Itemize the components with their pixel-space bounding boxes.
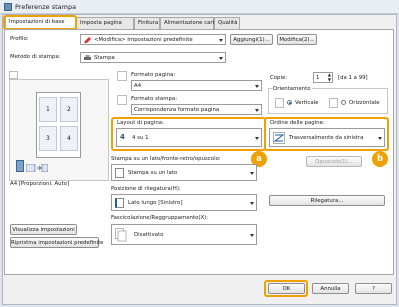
binding-icon (16, 160, 24, 172)
output-method-value: Stampa (94, 55, 115, 61)
tab-paper-source[interactable]: Alimentazione carta (160, 17, 218, 29)
printer-small-icon (84, 55, 91, 61)
portrait-icon (275, 98, 284, 108)
one-sided-icon (115, 168, 124, 178)
collate-icon (115, 228, 127, 242)
window-title: Preferenze stampa (15, 3, 77, 11)
tab-quality[interactable]: Qualità (214, 17, 240, 29)
profile-select[interactable]: <Modifica> Impostazioni predefinite (80, 34, 226, 45)
page-number-1: 1 (46, 106, 50, 113)
pencil-icon (84, 37, 91, 43)
page-layout-number-icon: 4 (120, 133, 125, 141)
tab-highlight (3, 15, 77, 30)
tab-finishing[interactable]: Finitura (134, 17, 160, 29)
ok-button[interactable]: OK (268, 283, 305, 294)
page-number-3: 3 (46, 135, 50, 142)
chevron-down-icon (250, 234, 254, 237)
chevron-down-icon (219, 39, 223, 42)
pages-icon (25, 163, 49, 173)
page-number-2: 2 (67, 106, 71, 113)
printer-icon (4, 3, 12, 11)
print-style-select[interactable]: Stampa su un lato (111, 164, 257, 181)
profile-value: <Modifica> Impostazioni predefinite (94, 37, 193, 43)
chevron-down-icon (219, 57, 223, 60)
chevron-down-icon (255, 109, 259, 112)
binding-select[interactable]: Lato lungo [Sinistro] (111, 194, 257, 211)
output-size-select[interactable]: Corrispondenza formato pagina (131, 104, 262, 115)
edit-profile-button[interactable]: Modifica(2)... (277, 34, 317, 45)
callout-b: b (372, 151, 388, 167)
print-style-label: Stampa su un lato/fronte-retro/opuscolo: (111, 156, 221, 162)
binding-value: Lato lungo [Sinistro] (128, 200, 183, 206)
copies-label: Copie: (270, 75, 288, 81)
help-button[interactable]: ? (355, 283, 392, 294)
landscape-label: Orizzontale (349, 100, 380, 106)
copies-stepper[interactable]: 1 ▲ ▼ (313, 72, 333, 83)
portrait-radio[interactable] (287, 100, 292, 105)
page-layout-select[interactable]: 4 4 su 1 (116, 128, 262, 147)
page-size-label: Formato pagina: (131, 72, 176, 78)
landscape-radio[interactable] (341, 100, 346, 105)
booklet-button[interactable]: Opuscolo(1)... (306, 156, 362, 167)
add-profile-button[interactable]: Aggiungi(1)... (230, 34, 273, 45)
chevron-down-icon (255, 85, 259, 88)
chevron-down-icon (250, 202, 254, 205)
output-size-icon (117, 95, 127, 105)
output-size-label: Formato stampa: (131, 96, 178, 102)
landscape-icon (329, 98, 338, 108)
binding-label: Posizione di rilegatura(H): (111, 186, 181, 192)
gutter-button[interactable]: Rilegatura... (269, 195, 385, 206)
chevron-down-icon (255, 137, 259, 140)
copies-range: [da 1 a 99] (338, 75, 368, 81)
profile-label: Profilo: (10, 36, 29, 42)
copies-value: 1 (316, 75, 320, 81)
collate-select[interactable]: Disattivato (111, 224, 257, 245)
spin-arrows-icon[interactable]: ▲ ▼ (328, 72, 331, 82)
title-bar: Preferenze stampa (0, 0, 399, 14)
page-size-icon (117, 71, 127, 81)
page-order-select[interactable]: Trasversalmente da sinistra (269, 128, 385, 147)
z-order-icon (273, 132, 285, 144)
orientation-label: Orientamento (272, 86, 312, 92)
page-layout-value: 4 su 1 (132, 135, 149, 141)
chevron-down-icon (378, 137, 382, 140)
view-settings-button[interactable]: Visualizza impostazioni (10, 224, 77, 235)
collate-label: Fascicolazione/Raggruppamento(X): (111, 215, 209, 221)
page-order-value: Trasversalmente da sinistra (289, 135, 364, 141)
binding-side-icon (115, 198, 124, 208)
collate-value: Disattivato (134, 232, 164, 238)
page-number-4: 4 (67, 135, 71, 142)
chevron-down-icon (250, 172, 254, 175)
page-order-label: Ordine delle pagine: (270, 120, 325, 126)
preview-caption: A4 [Proporzioni: Auto] (10, 181, 70, 187)
tab-page-setup[interactable]: Imposta pagina (76, 17, 134, 29)
output-method-select[interactable]: Stampa (80, 52, 226, 63)
preview-area: 1 2 3 4 (9, 79, 109, 181)
print-style-value: Stampa su un lato (128, 170, 178, 176)
page-size-value: A4 (134, 83, 142, 89)
restore-defaults-button[interactable]: Ripristina impostazioni predefinite (10, 237, 104, 248)
preview-page: 1 2 3 4 (36, 92, 81, 158)
cancel-button[interactable]: Annulla (312, 283, 349, 294)
preview-mode-icon[interactable] (9, 71, 18, 79)
page-layout-label: Layout di pagina: (117, 120, 164, 126)
output-method-label: Metodo di stampa: (10, 54, 61, 60)
page-size-select[interactable]: A4 (131, 80, 262, 91)
output-size-value: Corrispondenza formato pagina (134, 107, 220, 113)
portrait-label: Verticale (295, 100, 319, 106)
